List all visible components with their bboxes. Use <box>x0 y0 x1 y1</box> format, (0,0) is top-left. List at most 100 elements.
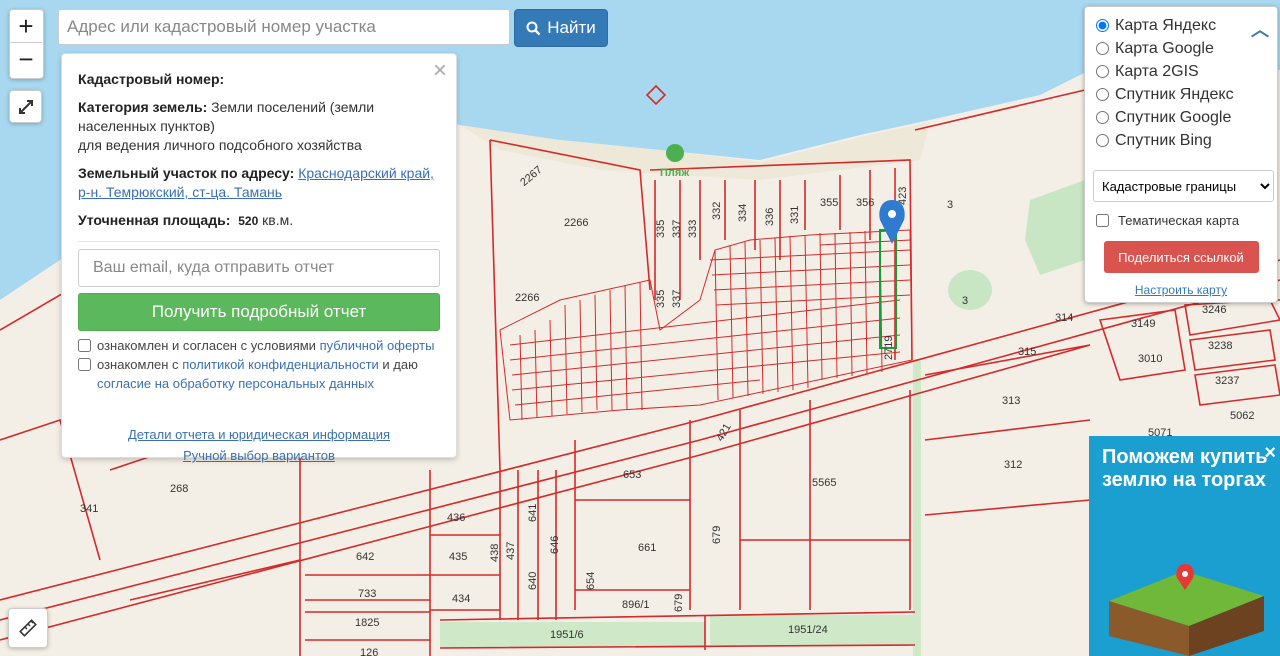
get-report-button[interactable]: Получить подробный отчет <box>78 293 440 331</box>
layer-option-bing-satellite[interactable]: Спутник Bing <box>1093 129 1269 152</box>
offer-checkbox[interactable] <box>78 339 91 352</box>
privacy-checkbox[interactable] <box>78 358 91 371</box>
parcel-label: 341 <box>80 503 98 515</box>
layer-option-google-map[interactable]: Карта Google <box>1093 37 1269 60</box>
parcel-label: 679 <box>673 594 685 612</box>
offer-consent: ознакомлен и согласен с условиями публич… <box>78 336 440 355</box>
privacy-consent-text-2: и даю <box>382 357 418 372</box>
parcel-label: 336 <box>764 208 776 226</box>
ad-text: Поможем купить землю на торгах <box>1102 446 1268 491</box>
layer-option-google-satellite[interactable]: Спутник Google <box>1093 106 1269 129</box>
personal-data-link[interactable]: согласие на обработку персональных данны… <box>97 376 374 391</box>
parcel-label: 641 <box>527 504 539 522</box>
parcel-label: 423 <box>897 187 909 205</box>
parcel-label: 315 <box>1018 346 1036 358</box>
parcel-label: 355 <box>820 197 838 209</box>
parcel-label: 126 <box>360 647 378 656</box>
search-icon <box>526 21 541 35</box>
layer-radio[interactable] <box>1096 65 1109 78</box>
area-value: 520 <box>238 214 259 228</box>
layer-radio[interactable] <box>1096 111 1109 124</box>
overlay-select[interactable]: Кадастровые границы <box>1093 170 1274 202</box>
privacy-consent: ознакомлен с политикой конфиденциальност… <box>78 355 440 393</box>
divider <box>78 241 440 242</box>
privacy-consent-text: ознакомлен с <box>97 357 179 372</box>
layer-option-label: Спутник Яндекс <box>1115 85 1234 103</box>
zoom-out-button[interactable]: − <box>10 43 42 75</box>
land-use-value: для ведения личного подсобного хозяйства <box>78 137 362 153</box>
search-button-label: Найти <box>547 18 596 37</box>
layer-option-2gis-map[interactable]: Карта 2GIS <box>1093 60 1269 83</box>
parcel-label: 438 <box>489 544 501 562</box>
parcel-label: 314 <box>1055 312 1073 324</box>
privacy-policy-link[interactable]: политикой конфиденциальности <box>182 357 379 372</box>
ruler-button[interactable] <box>8 608 48 648</box>
parcel-label: 1825 <box>355 617 379 629</box>
layer-radio[interactable] <box>1096 42 1109 55</box>
ruler-icon <box>19 619 37 637</box>
public-offer-link[interactable]: публичной оферты <box>320 338 435 353</box>
parcel-label: 3 <box>962 295 968 307</box>
configure-map-link[interactable]: Настроить карту <box>1093 283 1269 297</box>
parcel-label: 896/1 <box>622 599 650 611</box>
parcel-label: 3246 <box>1202 304 1226 316</box>
parcel-label: 2719 <box>883 336 895 360</box>
area-unit: кв.м. <box>262 212 294 228</box>
land-plot-illustration <box>1109 564 1264 656</box>
expand-icon <box>18 99 33 114</box>
thematic-map-toggle[interactable]: Тематическая карта <box>1093 210 1269 230</box>
green-area <box>948 270 992 310</box>
parcel-label: 653 <box>623 469 641 481</box>
zoom-in-button[interactable]: + <box>10 10 42 43</box>
area-label: Уточненная площадь: <box>78 212 231 228</box>
parcel-label: 331 <box>789 206 801 224</box>
parcel-label: 2266 <box>515 292 539 304</box>
cadastral-number-label: Кадастровый номер: <box>78 71 225 87</box>
parcel-label: 679 <box>711 526 723 544</box>
layer-option-label: Спутник Google <box>1115 108 1232 126</box>
parcel-label: 2266 <box>564 217 588 229</box>
thematic-checkbox[interactable] <box>1096 213 1109 227</box>
parcel-label: 337 <box>671 290 683 308</box>
parcel-label: 435 <box>449 551 467 563</box>
parcel-label: 640 <box>527 572 539 590</box>
search-input[interactable] <box>58 9 510 45</box>
parcel-label: 332 <box>711 202 723 220</box>
chevron-up-icon[interactable]: ︿ <box>1251 16 1269 42</box>
parcel-label: 313 <box>1002 395 1020 407</box>
land-category-label: Категория земель: <box>78 99 208 115</box>
close-icon[interactable]: × <box>433 57 447 85</box>
fullscreen-button[interactable] <box>9 90 42 123</box>
parcel-label: 437 <box>505 542 517 560</box>
layer-radio[interactable] <box>1096 19 1109 32</box>
parcel-label: 434 <box>452 593 470 605</box>
layer-option-label: Карта 2GIS <box>1115 62 1199 80</box>
parcel-info-panel: × Кадастровый номер: Категория земель: З… <box>61 53 457 463</box>
parcel-label: 1951/6 <box>550 629 584 641</box>
layer-option-label: Карта Яндекс <box>1115 16 1217 34</box>
layer-option-label: Спутник Bing <box>1115 131 1212 149</box>
parcel-label: 3010 <box>1138 353 1162 365</box>
parcel-label: 3149 <box>1131 318 1155 330</box>
parcel-label: 646 <box>549 536 561 554</box>
parcel-label: 337 <box>671 220 683 238</box>
layer-radio[interactable] <box>1096 134 1109 147</box>
parcel-label: 312 <box>1004 459 1022 471</box>
thematic-label: Тематическая карта <box>1118 212 1240 228</box>
parcel-label: 661 <box>638 542 656 554</box>
beach-label: Пляж <box>660 167 689 179</box>
layer-radio[interactable] <box>1096 88 1109 101</box>
parcel-label: 654 <box>585 572 597 590</box>
ad-banner[interactable]: Поможем купить землю на торгах × <box>1089 436 1280 656</box>
report-details-link[interactable]: Детали отчета и юридическая информация <box>78 425 440 444</box>
manual-select-link[interactable]: Ручной выбор вариантов <box>78 446 440 465</box>
layer-option-yandex-satellite[interactable]: Спутник Яндекс <box>1093 83 1269 106</box>
share-link-button[interactable]: Поделиться ссылкой <box>1103 241 1259 273</box>
email-field[interactable] <box>78 249 440 287</box>
layer-option-yandex-map[interactable]: Карта Яндекс <box>1093 14 1269 37</box>
parcel-label: 733 <box>358 588 376 600</box>
search-button[interactable]: Найти <box>514 9 608 47</box>
ad-close-icon[interactable]: × <box>1264 442 1276 465</box>
layer-option-label: Карта Google <box>1115 39 1214 57</box>
parcel-label: 334 <box>737 204 749 222</box>
